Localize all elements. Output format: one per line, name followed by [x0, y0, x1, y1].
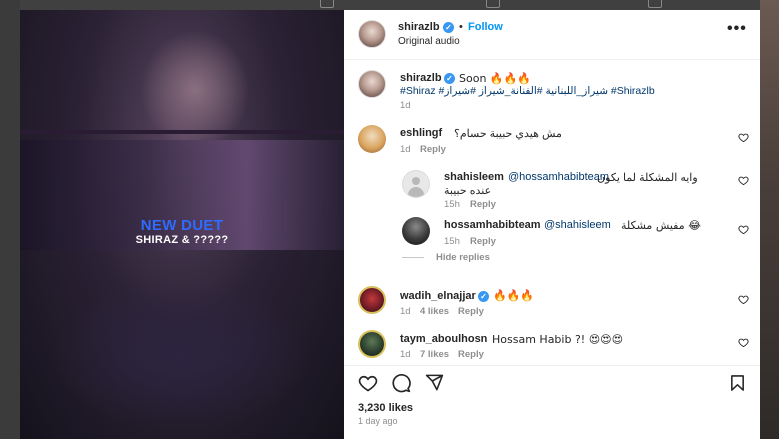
caption-username[interactable]: shirazlb	[400, 72, 442, 84]
reply-avatar[interactable]	[402, 170, 430, 198]
comment-username[interactable]: eshlingf	[400, 127, 442, 139]
comment-username[interactable]: wadih_elnajjar	[400, 290, 476, 302]
caption-time: 1d	[400, 100, 411, 111]
comment-text: 🔥🔥🔥	[493, 289, 535, 302]
heart-icon[interactable]	[738, 175, 749, 186]
heart-icon[interactable]	[738, 294, 749, 305]
reply-username[interactable]: shahisleem	[444, 171, 504, 183]
comment-username[interactable]: taym_aboulhosn	[400, 333, 487, 345]
verified-icon: ✓	[444, 73, 455, 84]
comment-avatar[interactable]	[358, 330, 386, 358]
heart-icon[interactable]	[738, 224, 749, 235]
comment-time: 1d	[400, 144, 411, 155]
reply-time: 15h	[444, 236, 460, 247]
reply-button[interactable]: Reply	[420, 144, 446, 155]
hide-replies-line	[402, 257, 424, 258]
audio-label[interactable]: Original audio	[398, 36, 460, 47]
media-subtitle: SHIRAZ & ?????	[135, 234, 229, 246]
tagged-icon	[648, 0, 662, 8]
comment-time: 1d	[400, 349, 411, 360]
post-time: 1 day ago	[358, 416, 398, 426]
comment-likes[interactable]: 7 likes	[420, 349, 449, 360]
comment-text: Hossam Habib ?! 😍😍😍	[492, 333, 624, 346]
reply-text-continued: عنده حبيبة	[444, 185, 492, 197]
likes-count[interactable]: 3,230 likes	[358, 402, 413, 414]
share-icon[interactable]	[425, 373, 444, 392]
reply-avatar[interactable]	[402, 217, 430, 245]
backdrop-top	[0, 0, 779, 10]
follow-button[interactable]: Follow	[468, 21, 503, 33]
reply-mention[interactable]: @shahisleem	[544, 219, 611, 231]
verified-icon: ✓	[478, 291, 489, 302]
post-media[interactable]: NEW DUET SHIRAZ & ?????	[20, 10, 344, 439]
hide-replies-button[interactable]: Hide replies	[436, 252, 490, 263]
media-blur-shadow	[50, 280, 310, 430]
reply-mention[interactable]: @hossamhabibteam	[508, 171, 609, 183]
backdrop-right	[760, 0, 779, 439]
more-horizontal-icon[interactable]: •••	[727, 20, 747, 38]
comment-icon[interactable]	[391, 373, 411, 393]
reply-button[interactable]: Reply	[458, 349, 484, 360]
heart-icon[interactable]	[738, 337, 749, 348]
comment-avatar[interactable]	[358, 286, 386, 314]
grid-icon	[320, 0, 334, 8]
comment-text: مش هيدي حبيبة حسام؟	[454, 128, 562, 140]
media-title: NEW DUET	[140, 217, 224, 234]
reply-time: 15h	[444, 199, 460, 210]
reply-button[interactable]: Reply	[458, 306, 484, 317]
reply-text: وايه المشكلة لما يكون	[597, 172, 698, 184]
save-icon[interactable]	[729, 374, 746, 392]
like-icon[interactable]	[358, 373, 378, 393]
reply-button[interactable]: Reply	[470, 236, 496, 247]
caption-hashtags[interactable]: #Shiraz #شيراز_اللبنانية #الفنانة_شيراز …	[400, 85, 655, 97]
post-panel: shirazlb ✓ • Follow Original audio ••• s…	[344, 10, 760, 439]
backdrop-left	[0, 0, 20, 439]
verified-icon: ✓	[443, 22, 454, 33]
reply-text: مفيش مشكلة 😂	[621, 219, 701, 232]
separator: •	[459, 21, 463, 33]
comment-time: 1d	[400, 306, 411, 317]
reply-button[interactable]: Reply	[470, 199, 496, 210]
comment-likes[interactable]: 4 likes	[420, 306, 449, 317]
header-username[interactable]: shirazlb	[398, 21, 440, 33]
media-blur-band	[20, 130, 344, 134]
comment-avatar[interactable]	[358, 125, 386, 153]
reels-icon	[486, 0, 500, 8]
reply-username[interactable]: hossamhabibteam	[444, 219, 541, 231]
heart-icon[interactable]	[738, 132, 749, 143]
caption-text: Soon 🔥🔥🔥	[459, 72, 531, 85]
caption-avatar[interactable]	[358, 70, 386, 98]
post-header: shirazlb ✓ • Follow Original audio •••	[344, 10, 760, 60]
avatar[interactable]	[358, 20, 386, 48]
